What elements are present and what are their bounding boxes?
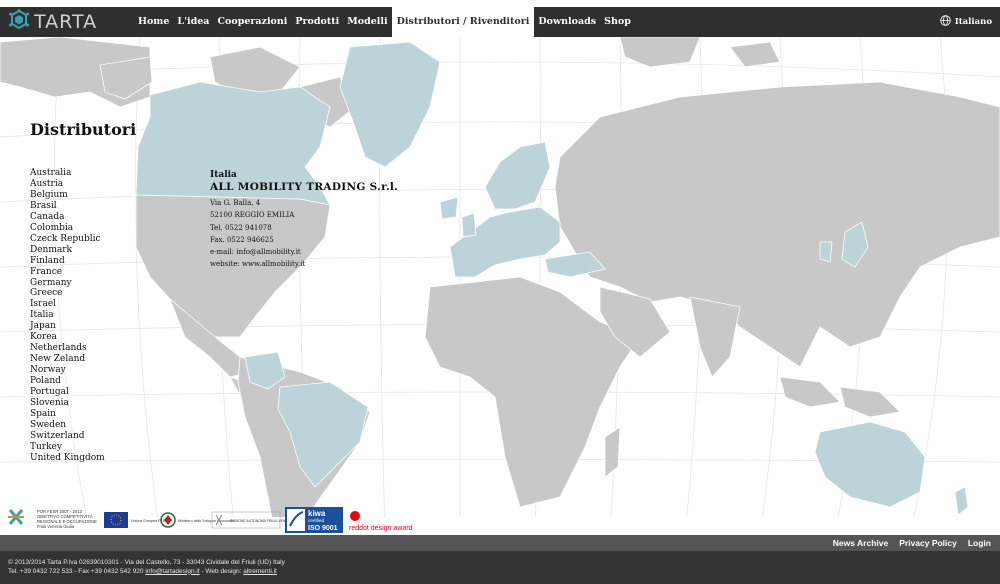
country-item[interactable]: Czeck Republic (30, 234, 105, 245)
nav-modelli[interactable]: Modelli (343, 7, 391, 37)
brand-logo[interactable]: TARTA (8, 9, 98, 35)
partner-logos: POR FESR 2007 - 2013 OBIETTIVO COMPETITI… (0, 504, 430, 534)
page-title: Distributori (30, 120, 137, 139)
language-selector[interactable]: Italiano (940, 7, 992, 37)
nav-shop[interactable]: Shop (600, 7, 635, 37)
distributor-website[interactable]: website: www.allmobility.it (210, 258, 398, 270)
country-item[interactable]: Italia (30, 310, 105, 321)
eu-flag-logo: Unione Europea FESR (104, 512, 168, 528)
country-item[interactable]: Greece (30, 288, 105, 299)
footer-webdesign-link[interactable]: altrementi.it (243, 568, 277, 575)
country-item[interactable]: Colombia (30, 223, 105, 234)
top-strip (0, 0, 1000, 7)
country-item[interactable]: Germany (30, 278, 105, 289)
distributor-name: ALL MOBILITY TRADING S.r.l. (210, 181, 399, 193)
country-item[interactable]: Poland (30, 376, 105, 387)
globe-icon (940, 15, 951, 29)
footer-links: News Archive Privacy Policy Login (833, 535, 991, 551)
country-item[interactable]: Finland (30, 256, 105, 267)
country-list: Australia Austria Belgium Brasil Canada … (30, 168, 105, 464)
footer-email-link[interactable]: info@tartadesign.it (145, 568, 199, 575)
main-nav: Home L'idea Cooperazioni Prodotti Modell… (134, 7, 635, 37)
nav-idea[interactable]: L'idea (173, 7, 213, 37)
country-item[interactable]: Australia (30, 168, 105, 179)
country-item[interactable]: France (30, 267, 105, 278)
kiwa-iso-logo: kiwa certified ISO 9001 (285, 507, 343, 533)
distributor-email[interactable]: e-mail: info@allmobility.it (210, 246, 398, 258)
nav-distributori[interactable]: Distributori / Rivenditori (391, 7, 535, 37)
country-item[interactable]: Israel (30, 299, 105, 310)
partner-logos-graphic: POR FESR 2007 - 2013 OBIETTIVO COMPETITI… (8, 507, 413, 533)
country-item[interactable]: Netherlands (30, 343, 105, 354)
footer-webdesign-label: - Web design: (199, 567, 244, 575)
country-item[interactable]: Norway (30, 365, 105, 376)
country-item[interactable]: New Zeland (30, 354, 105, 365)
eu-label: Unione Europea FESR (131, 519, 168, 523)
ministry-label: Ministero dello Sviluppo Economico (178, 519, 235, 523)
footer-nav: News Archive Privacy Policy Login (0, 535, 1000, 551)
turtle-icon (8, 9, 30, 35)
country-item[interactable]: Belgium (30, 190, 105, 201)
navbar: TARTA Home L'idea Cooperazioni Prodotti … (0, 7, 1000, 37)
country-item[interactable]: Brasil (30, 201, 105, 212)
footer-line-2: Tel. +39 0432 722 533 - Fax +39 0432 542… (8, 568, 285, 577)
login-link[interactable]: Login (968, 538, 991, 548)
kiwa-iso: ISO 9001 (308, 525, 338, 532)
distributor-city: 52100 REGGIO EMILIA (210, 211, 295, 220)
nav-cooperazioni[interactable]: Cooperazioni (213, 7, 291, 37)
country-item[interactable]: Turkey (30, 442, 105, 453)
nav-prodotti[interactable]: Prodotti (291, 7, 343, 37)
privacy-policy-link[interactable]: Privacy Policy (899, 538, 957, 548)
country-item[interactable]: Austria (30, 179, 105, 190)
news-archive-link[interactable]: News Archive (833, 538, 888, 548)
language-label: Italiano (954, 17, 992, 27)
kiwa-top: kiwa (308, 509, 326, 518)
country-item[interactable]: Japan (30, 321, 105, 332)
country-item[interactable]: Korea (30, 332, 105, 343)
reddot-award-logo: reddot design award (349, 511, 413, 532)
country-item[interactable]: Portugal (30, 387, 105, 398)
distributor-country: Italia (210, 170, 237, 180)
footer: © 2013/2014 Tarta P.Iva 02639010301 - Vi… (0, 551, 1000, 584)
footer-line-1: © 2013/2014 Tarta P.Iva 02639010301 - Vi… (8, 559, 285, 566)
footer-text: © 2013/2014 Tarta P.Iva 02639010301 - Vi… (8, 559, 285, 576)
country-item[interactable]: Canada (30, 212, 105, 223)
por-fesr-line-4: Friuli Venezia Giulia (37, 524, 75, 529)
por-fesr-logo: POR FESR 2007 - 2013 OBIETTIVO COMPETITI… (8, 509, 97, 529)
nav-home[interactable]: Home (134, 7, 173, 37)
country-item[interactable]: Switzerland (30, 431, 105, 442)
distributor-card: Italia ALL MOBILITY TRADING S.r.l. Via G… (210, 170, 398, 271)
distributor-tel: Tel. 0522 941078 (210, 223, 272, 232)
country-item[interactable]: Slovenia (30, 398, 105, 409)
country-item[interactable]: United Kingdom (30, 453, 105, 464)
brand-name: TARTA (34, 11, 98, 33)
nav-downloads[interactable]: Downloads (534, 7, 600, 37)
italy-emblem-logo: Ministero dello Sviluppo Economico (160, 512, 235, 528)
world-map[interactable] (0, 37, 1000, 535)
country-item[interactable]: Spain (30, 409, 105, 420)
world-map-graphic (0, 37, 1000, 535)
distributor-fax: Fax. 0522 946625 (210, 235, 274, 244)
country-item[interactable]: Denmark (30, 245, 105, 256)
kiwa-mid: certified (308, 518, 325, 523)
footer-contact: Tel. +39 0432 722 533 - Fax +39 0432 542… (8, 567, 146, 575)
distributor-address: Via G. Balla, 4 (210, 199, 261, 207)
reddot-label: reddot design award (349, 525, 413, 532)
country-item[interactable]: Sweden (30, 420, 105, 431)
